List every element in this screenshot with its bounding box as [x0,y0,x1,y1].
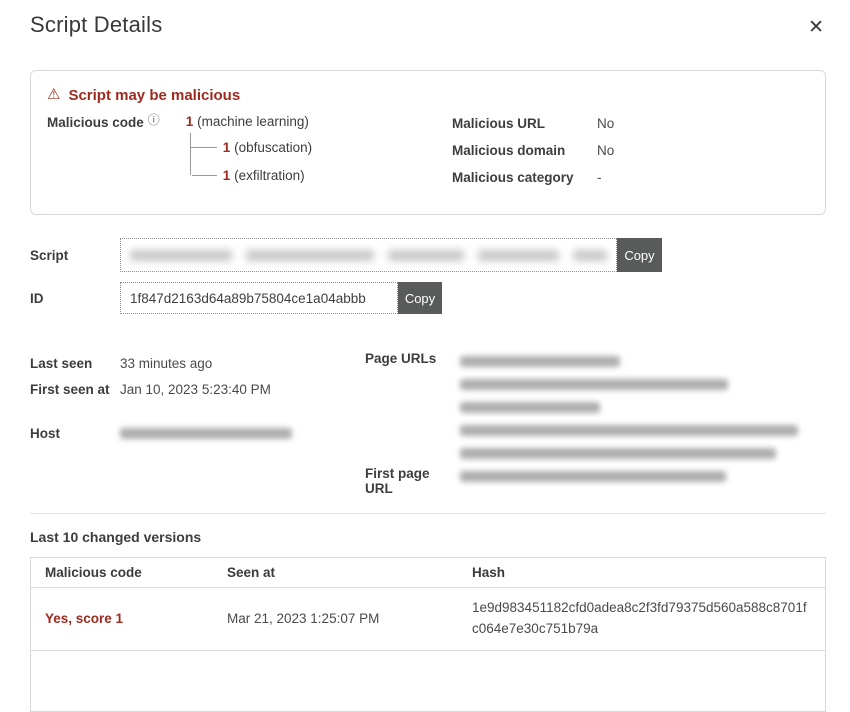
first-seen-row: First seen at Jan 10, 2023 5:23:40 PM [30,376,365,402]
warning-title: Script may be malicious [68,87,240,104]
column-header-seen-at: Seen at [213,558,458,588]
last-seen-value: 33 minutes ago [120,356,212,371]
redacted-host-value [120,428,292,439]
redacted-first-page-url [460,471,726,482]
script-url-row: Script Copy [30,238,826,272]
info-icon[interactable]: ⓘ [148,113,160,127]
last-seen-label: Last seen [30,356,120,371]
warning-title-row: ⚠ Script may be malicious [47,86,809,104]
copy-id-button[interactable]: Copy [398,282,442,314]
redacted-page-url [460,356,620,367]
page-title: Script Details [30,12,162,38]
hash-cell: 1e9d983451182cfd0adea8c2f3fd79375d560a58… [472,598,811,640]
malicious-domain-row: Malicious domain No [452,143,809,170]
tree-child-label: (exfiltration) [234,168,305,183]
malicious-warning-panel: ⚠ Script may be malicious Malicious code… [30,70,826,215]
table-row: Yes, score 1 Mar 21, 2023 1:25:07 PM 1e9… [31,588,826,651]
malicious-flags-section: Malicious URL No Malicious domain No Mal… [452,114,809,197]
close-icon[interactable]: ✕ [806,12,826,43]
malicious-category-row: Malicious category - [452,170,809,197]
malicious-code-label: Malicious code [47,115,144,130]
redacted-script-url [130,250,607,261]
tree-child-count: 1 [223,140,231,155]
malicious-code-section: Malicious code ⓘ 1 (machine learning) 1 (… [47,114,452,197]
malicious-code-cell: Yes, score 1 [45,611,123,626]
first-page-url-row: First page URL [365,465,826,496]
redacted-page-url [460,448,776,459]
script-url-value-redacted [120,238,617,272]
first-seen-value: Jan 10, 2023 5:23:40 PM [120,382,271,397]
first-seen-label: First seen at [30,382,120,397]
redacted-page-url [460,425,798,436]
page-urls-label: Page URLs [365,350,460,465]
versions-table-header: Malicious code Seen at Hash [31,558,826,588]
column-header-hash: Hash [458,558,826,588]
tree-child-label: (obfuscation) [234,140,312,155]
script-id-value: 1f847d2163d64a89b75804ce1a04abbb [120,282,398,314]
page-urls-row: Page URLs [365,350,826,465]
script-label: Script [30,248,120,263]
table-row-cutoff [31,650,826,711]
section-divider [30,513,826,514]
malicious-url-row: Malicious URL No [452,116,809,143]
malicious-domain-label: Malicious domain [452,143,597,158]
versions-heading: Last 10 changed versions [30,529,826,545]
last-seen-row: Last seen 33 minutes ago [30,350,365,376]
host-row: Host [30,420,365,446]
script-id-row: ID 1f847d2163d64a89b75804ce1a04abbb Copy [30,282,826,314]
seen-at-cell: Mar 21, 2023 1:25:07 PM [213,588,458,651]
first-page-url-label: First page URL [365,465,460,496]
malicious-category-value: - [597,170,602,185]
warning-triangle-icon: ⚠ [47,85,60,103]
malicious-domain-value: No [597,143,614,158]
tree-child-count: 1 [223,168,231,183]
host-label: Host [30,426,120,441]
tree-root-item: 1 (machine learning) [186,114,312,129]
tree-child-item: 1 (exfiltration) [191,161,312,189]
id-label: ID [30,291,120,306]
metadata-section: Last seen 33 minutes ago First seen at J… [30,350,826,496]
tree-child-item: 1 (obfuscation) [191,133,312,161]
versions-table: Malicious code Seen at Hash Yes, score 1… [30,557,826,712]
malicious-url-label: Malicious URL [452,116,597,131]
redacted-page-url [460,379,728,390]
malicious-url-value: No [597,116,614,131]
column-header-malicious-code: Malicious code [31,558,214,588]
tree-root-label: (machine learning) [197,114,309,129]
modal-header: Script Details ✕ [30,0,826,43]
malicious-code-tree: 1 (machine learning) 1 (obfuscation) 1 (… [186,114,312,197]
script-details-modal: Script Details ✕ ⚠ Script may be malicio… [0,0,850,712]
redacted-page-url [460,402,600,413]
copy-script-button[interactable]: Copy [617,238,662,272]
malicious-category-label: Malicious category [452,170,597,185]
tree-root-count: 1 [186,114,194,129]
